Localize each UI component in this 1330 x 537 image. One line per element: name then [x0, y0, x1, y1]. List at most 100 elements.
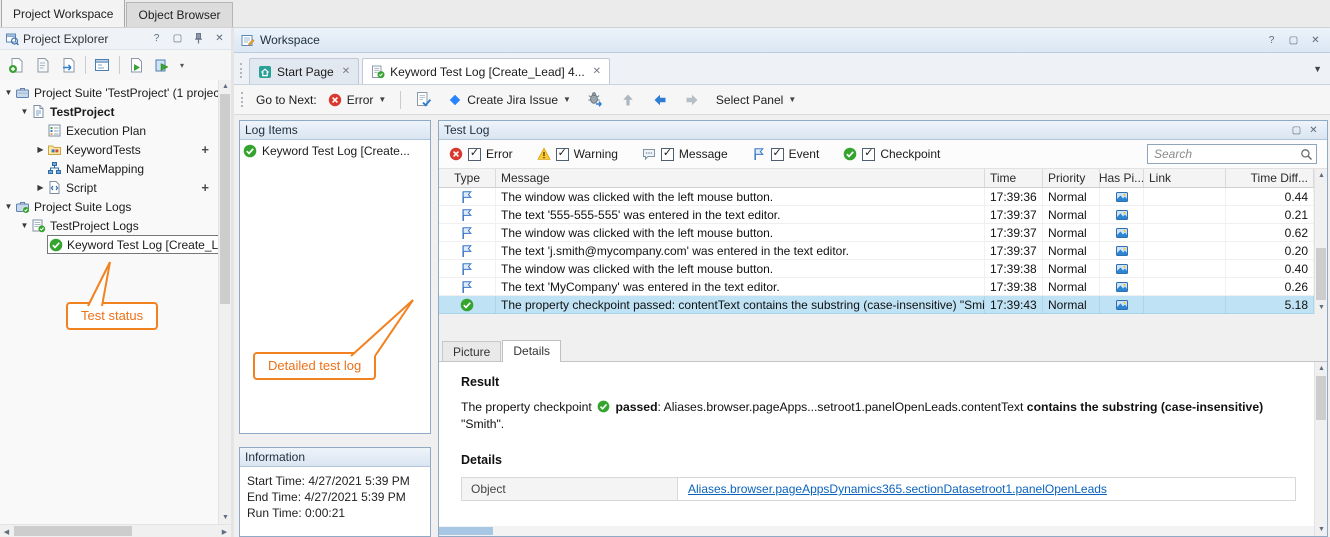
tab-object-browser[interactable]: Object Browser [126, 2, 232, 27]
tree-item-testproject-logs[interactable]: ▼ TestProject Logs [0, 216, 218, 235]
close-icon[interactable]: ✕ [1305, 122, 1322, 138]
help-icon[interactable]: ? [1263, 32, 1280, 48]
horizontal-scrollbar[interactable]: ◀ ▶ [0, 524, 231, 537]
scrollbar-thumb[interactable] [220, 94, 230, 304]
export-item-button[interactable] [56, 53, 81, 77]
scrollbar-thumb[interactable] [1316, 248, 1326, 300]
scroll-up-icon[interactable]: ▲ [1315, 169, 1328, 182]
filter-checkpoint[interactable]: Checkpoint [843, 147, 940, 161]
toolbar-dropdown-icon[interactable]: ▾ [176, 61, 188, 70]
tab-picture[interactable]: Picture [442, 341, 501, 361]
column-time-diff[interactable]: Time Diff... [1226, 169, 1314, 187]
scroll-up-icon[interactable]: ▲ [1315, 362, 1328, 375]
create-jira-issue-button[interactable]: Create Jira Issue ▼ [443, 90, 576, 110]
add-existing-item-button[interactable] [30, 53, 55, 77]
filter-event[interactable]: Event [752, 147, 820, 161]
expander-icon[interactable]: ▼ [2, 202, 15, 211]
filter-error[interactable]: Error [449, 147, 513, 161]
column-priority[interactable]: Priority [1043, 169, 1100, 187]
scrollbar-thumb[interactable] [439, 527, 493, 535]
checkpoint-checkbox[interactable] [862, 148, 875, 161]
scrollbar-thumb[interactable] [1316, 376, 1326, 420]
tree-item-keywordtests[interactable]: ▶ KeywordTests + [0, 140, 218, 159]
message-checkbox[interactable] [661, 148, 674, 161]
maximize-icon[interactable]: ▢ [1288, 122, 1305, 138]
maximize-icon[interactable]: ▢ [1285, 32, 1302, 48]
pin-icon[interactable] [190, 31, 207, 47]
object-link[interactable]: Aliases.browser.pageAppsDynamics365.sect… [688, 482, 1107, 496]
column-type[interactable]: Type [439, 169, 496, 187]
object-view-button[interactable] [90, 53, 115, 77]
log-row[interactable]: The window was clicked with the left mou… [439, 224, 1314, 242]
log-row[interactable]: The window was clicked with the left mou… [439, 260, 1314, 278]
close-tab-icon[interactable]: ✕ [342, 66, 350, 77]
log-row-selected[interactable]: The property checkpoint passed: contentT… [439, 296, 1314, 314]
event-checkbox[interactable] [771, 148, 784, 161]
filter-message[interactable]: Message [642, 147, 728, 161]
vertical-scrollbar[interactable]: ▲ ▼ [218, 80, 231, 524]
tree-item-namemapping[interactable]: NameMapping [0, 159, 218, 178]
vertical-scrollbar[interactable]: ▲ ▼ [1314, 362, 1327, 536]
horizontal-scrollbar[interactable] [439, 526, 1314, 536]
log-row[interactable]: The text 'j.smith@mycompany.com' was ent… [439, 242, 1314, 260]
add-keyword-test-icon[interactable]: + [201, 142, 218, 157]
tree-item-execution-plan[interactable]: Execution Plan [0, 121, 218, 140]
filter-warning[interactable]: Warning [537, 147, 618, 161]
column-time[interactable]: Time [985, 169, 1043, 187]
tab-keyword-test-log[interactable]: Keyword Test Log [Create_Lead] 4... ✕ [362, 58, 610, 84]
search-box[interactable] [1147, 144, 1317, 164]
log-row[interactable]: The window was clicked with the left mou… [439, 188, 1314, 206]
close-icon[interactable]: ✕ [211, 31, 228, 47]
scroll-up-icon[interactable]: ▲ [219, 80, 232, 93]
column-message[interactable]: Message [496, 169, 985, 187]
drag-grip[interactable] [241, 92, 245, 107]
drag-grip[interactable] [240, 63, 244, 78]
report-bug-button[interactable] [582, 88, 609, 111]
warning-checkbox[interactable] [556, 148, 569, 161]
log-row[interactable]: The text '555-555-555' was entered in th… [439, 206, 1314, 224]
expander-icon[interactable]: ▶ [34, 145, 47, 154]
vertical-scrollbar[interactable]: ▲ ▼ [1314, 169, 1327, 314]
scroll-right-icon[interactable]: ▶ [218, 525, 231, 537]
tab-list-dropdown-icon[interactable]: ▼ [1313, 64, 1322, 74]
scroll-down-icon[interactable]: ▼ [219, 511, 232, 524]
scrollbar-thumb[interactable] [14, 526, 132, 536]
add-script-icon[interactable]: + [201, 180, 218, 195]
tree-item-project-suite[interactable]: ▼ Project Suite 'TestProject' (1 project… [0, 83, 218, 102]
run-project-button[interactable] [150, 53, 175, 77]
select-panel-button[interactable]: Select Panel ▼ [711, 90, 801, 110]
search-input[interactable] [1154, 147, 1300, 161]
tab-project-workspace[interactable]: Project Workspace [1, 0, 125, 27]
scroll-down-icon[interactable]: ▼ [1315, 301, 1328, 314]
log-row[interactable]: The text 'MyCompany' was entered in the … [439, 278, 1314, 296]
tree-item-testproject[interactable]: ▼ TestProject [0, 102, 218, 121]
help-icon[interactable]: ? [148, 31, 165, 47]
next-result-button[interactable] [679, 89, 705, 111]
expander-icon[interactable]: ▼ [18, 107, 31, 116]
go-to-next-error-button[interactable]: Error ▼ [323, 90, 392, 110]
tab-start-page[interactable]: Start Page ✕ [249, 58, 359, 84]
error-checkbox[interactable] [468, 148, 481, 161]
column-link[interactable]: Link [1144, 169, 1226, 187]
close-icon[interactable]: ✕ [1307, 32, 1324, 48]
selected-tree-item[interactable]: Keyword Test Log [Create_Lead [47, 235, 218, 254]
column-has-picture[interactable]: Has Pi... [1100, 169, 1144, 187]
dropdown-caret-icon[interactable]: ▼ [788, 95, 796, 104]
tree-item-script[interactable]: ▶ Script + [0, 178, 218, 197]
run-test-button[interactable] [124, 53, 149, 77]
new-item-button[interactable] [4, 53, 29, 77]
tree-item-keyword-test-log[interactable]: Keyword Test Log [Create_Lead [0, 235, 218, 254]
log-item[interactable]: Keyword Test Log [Create... [240, 140, 430, 162]
expander-icon[interactable]: ▼ [18, 221, 31, 230]
dropdown-caret-icon[interactable]: ▼ [563, 95, 571, 104]
scroll-down-icon[interactable]: ▼ [1315, 523, 1328, 536]
previous-result-button[interactable] [647, 89, 673, 111]
dropdown-caret-icon[interactable]: ▼ [378, 95, 386, 104]
maximize-icon[interactable]: ▢ [169, 31, 186, 47]
tree-item-project-suite-logs[interactable]: ▼ Project Suite Logs [0, 197, 218, 216]
upload-result-button[interactable] [615, 89, 641, 111]
tab-details[interactable]: Details [502, 340, 561, 361]
expander-icon[interactable]: ▶ [34, 183, 47, 192]
validate-log-button[interactable] [410, 88, 437, 111]
close-tab-icon[interactable]: ✕ [593, 66, 601, 77]
